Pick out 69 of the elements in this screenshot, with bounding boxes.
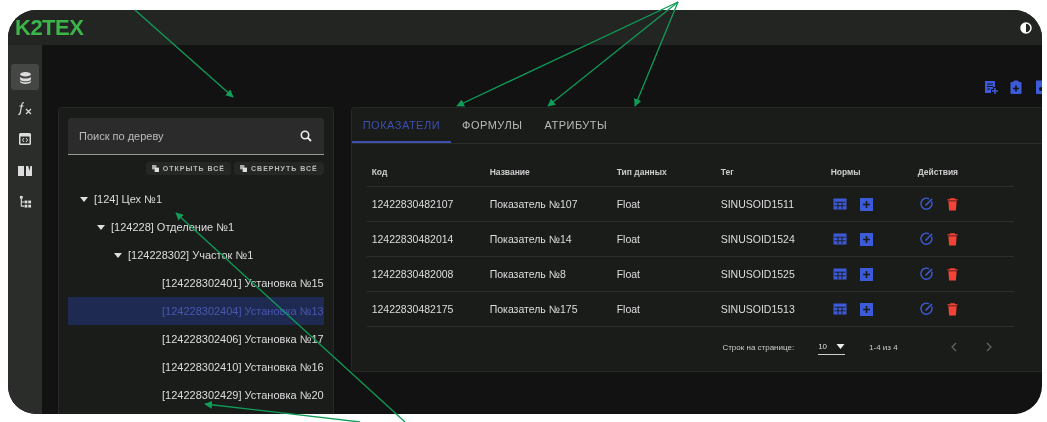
tab[interactable]: ФОРМУЛЫ: [451, 108, 534, 143]
add-list-icon[interactable]: [984, 80, 998, 94]
clipboard-add-icon[interactable]: [1009, 80, 1023, 94]
table-cell-text: Показатель №14: [488, 233, 573, 245]
column-header: Тег: [719, 167, 735, 177]
caret-icon[interactable]: [97, 224, 105, 230]
delete-icon[interactable]: [946, 267, 958, 281]
logo: K2TEX: [15, 14, 84, 41]
table-cell-text: Float: [615, 233, 641, 245]
previous-page-icon[interactable]: [950, 342, 957, 352]
tree-item[interactable]: [124228302410] Установка №16: [68, 353, 324, 381]
table-cell-text: 12422830482175: [370, 303, 455, 315]
table-cell-text: Float: [615, 268, 641, 280]
table-cell-text: Float: [615, 198, 641, 210]
rows-per-page-select[interactable]: 10: [818, 339, 846, 355]
function-icon: [17, 101, 33, 115]
search-input[interactable]: Поиск по дереву: [77, 129, 300, 143]
tree-item[interactable]: [124] Цех №1: [68, 185, 324, 213]
table-cell-text: Float: [615, 303, 641, 315]
copy-icon: [240, 165, 248, 172]
next-page-icon[interactable]: [985, 342, 992, 352]
tab[interactable]: АТРИБУТЫ: [533, 108, 619, 143]
table-icon[interactable]: [832, 198, 847, 210]
delete-icon[interactable]: [946, 197, 958, 211]
tree-item[interactable]: [124228] Отделение №1: [68, 213, 324, 241]
delete-icon[interactable]: [946, 302, 958, 316]
table-icon[interactable]: [832, 268, 847, 280]
database-icon: [18, 70, 32, 84]
table-cell-text: 12422830482014: [370, 233, 455, 245]
code-window-icon: [18, 132, 32, 146]
edit-icon[interactable]: [919, 197, 934, 211]
tree-structure-icon: [18, 194, 32, 208]
search-icon[interactable]: [299, 130, 312, 142]
page-range: 1-4 из 4: [869, 342, 898, 352]
column-header: Тип данных: [615, 167, 668, 177]
table-cell-text: SINUSOID1511: [719, 198, 795, 210]
edit-icon[interactable]: [919, 232, 934, 246]
contrast-icon[interactable]: [1020, 21, 1032, 34]
table-cell-text: SINUSOID1524: [719, 233, 796, 245]
add-icon[interactable]: [859, 197, 873, 211]
table-icon[interactable]: [832, 233, 847, 245]
column-header: Действия: [916, 167, 960, 177]
table-cell-text: SINUSOID1513: [719, 303, 796, 315]
column-header: Название: [488, 167, 531, 177]
tree-item[interactable]: [124228302429] Установка №20: [68, 381, 324, 409]
column-header: Код: [370, 167, 389, 177]
add-icon[interactable]: [859, 232, 873, 246]
table-cell-text: 12422830482008: [370, 268, 455, 280]
caret-icon: [836, 344, 846, 349]
copy-icon: [151, 165, 159, 172]
rail-button[interactable]: [11, 64, 39, 90]
add-icon[interactable]: [859, 267, 873, 281]
edit-icon[interactable]: [919, 302, 934, 316]
table-cell-text: 12422830482107: [370, 198, 455, 210]
table-cell-text: Показатель №107: [488, 198, 579, 210]
table-cell-text: SINUSOID1525: [719, 268, 796, 280]
tree-item[interactable]: [124228302401] Установка №15: [68, 269, 324, 297]
caret-icon[interactable]: [114, 252, 122, 258]
delete-icon[interactable]: [946, 232, 958, 246]
table-cell-text: Показатель №8: [488, 268, 567, 280]
edit-icon[interactable]: [919, 267, 934, 281]
add-icon[interactable]: [859, 302, 873, 316]
column-header: Нормы: [829, 167, 862, 177]
rows-per-page-label: Строк на странице:: [722, 342, 795, 352]
table-icon[interactable]: [832, 303, 847, 315]
table-cell-text: Показатель №175: [488, 303, 579, 315]
caret-icon[interactable]: [80, 196, 88, 202]
search-field[interactable]: Поиск по дереву: [68, 118, 324, 155]
book-icon: [17, 163, 33, 177]
